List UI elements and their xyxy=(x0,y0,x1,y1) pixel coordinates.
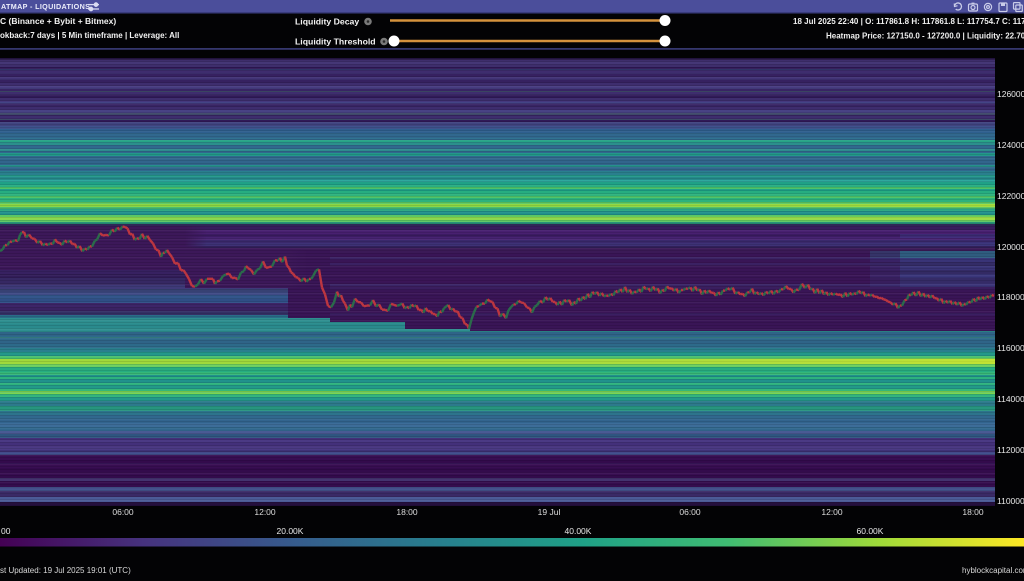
svg-text:126000: 126000 xyxy=(997,89,1024,99)
svg-text:19 Jul: 19 Jul xyxy=(538,507,561,517)
svg-text:114000: 114000 xyxy=(997,394,1024,404)
svg-text:12:00: 12:00 xyxy=(821,507,843,517)
svg-text:116000: 116000 xyxy=(997,343,1024,353)
svg-text:12:00: 12:00 xyxy=(254,507,276,517)
svg-text:00: 00 xyxy=(1,526,11,536)
svg-text:st Updated: 19 Jul 2025 19:01: st Updated: 19 Jul 2025 19:01 (UTC) xyxy=(0,566,131,575)
svg-text:18 Jul 2025 22:40 | O: 117861.: 18 Jul 2025 22:40 | O: 117861.8 H: 11786… xyxy=(793,17,1024,26)
svg-text:20.00K: 20.00K xyxy=(277,526,304,536)
svg-text:Liquidity Threshold: Liquidity Threshold xyxy=(295,37,376,47)
svg-text:Liquidity Decay: Liquidity Decay xyxy=(295,17,359,27)
svg-text:120000: 120000 xyxy=(997,242,1024,252)
svg-text:ATMAP - LIQUIDATIONS: ATMAP - LIQUIDATIONS xyxy=(1,2,90,11)
svg-text:110000: 110000 xyxy=(997,496,1024,506)
svg-text:40.00K: 40.00K xyxy=(565,526,592,536)
svg-text:okback:7 days | 5 Min timefram: okback:7 days | 5 Min timeframe | Levera… xyxy=(0,31,179,40)
svg-text:122000: 122000 xyxy=(997,191,1024,201)
svg-text:18:00: 18:00 xyxy=(396,507,418,517)
svg-text:60.00K: 60.00K xyxy=(857,526,884,536)
svg-text:112000: 112000 xyxy=(997,445,1024,455)
svg-text:06:00: 06:00 xyxy=(679,507,701,517)
svg-text:06:00: 06:00 xyxy=(112,507,134,517)
svg-text:124000: 124000 xyxy=(997,140,1024,150)
svg-text:118000: 118000 xyxy=(997,292,1024,302)
svg-text:hyblockcapital.com: hyblockcapital.com xyxy=(962,566,1024,575)
svg-text:Heatmap Price: 127150.0 - 1272: Heatmap Price: 127150.0 - 127200.0 | Liq… xyxy=(826,32,1024,41)
svg-text:C (Binance + Bybit + Bitmex): C (Binance + Bybit + Bitmex) xyxy=(0,16,116,26)
svg-text:18:00: 18:00 xyxy=(962,507,984,517)
